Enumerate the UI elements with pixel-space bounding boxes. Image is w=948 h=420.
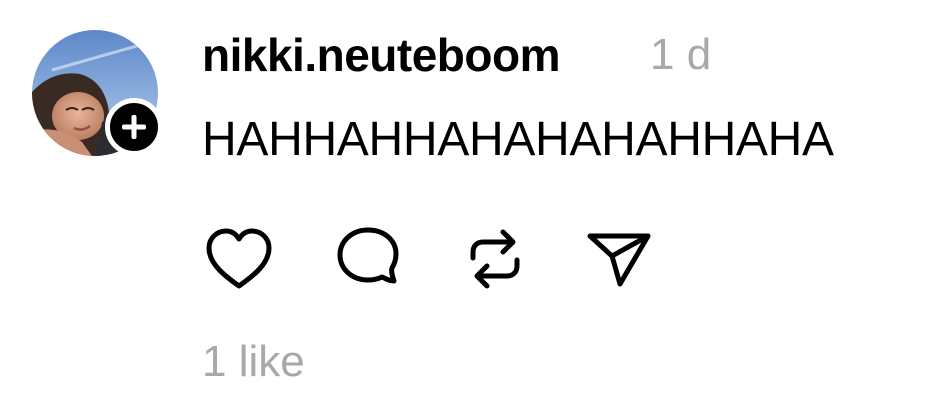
post-timestamp: 1 d: [650, 30, 712, 79]
like-count[interactable]: 1 like: [202, 335, 305, 389]
avatar-container[interactable]: [32, 30, 163, 160]
repost-icon: [470, 229, 520, 289]
comment-bubble-icon: [337, 227, 399, 284]
like-button[interactable]: [202, 222, 276, 296]
repost-button[interactable]: [458, 222, 532, 296]
comment-button[interactable]: [330, 222, 404, 296]
follow-button[interactable]: [105, 98, 163, 156]
heart-icon: [206, 228, 272, 289]
share-button[interactable]: [582, 222, 656, 296]
action-bar: [202, 222, 682, 296]
post-text: HAHHAHHAHAHAHAHHAHA: [202, 113, 834, 166]
username[interactable]: nikki.neuteboom: [202, 28, 560, 82]
send-icon: [587, 233, 651, 287]
post: nikki.neuteboom 1 d HAHHAHHAHAHAHAHHAHA: [0, 0, 948, 420]
plus-icon: [122, 115, 146, 139]
